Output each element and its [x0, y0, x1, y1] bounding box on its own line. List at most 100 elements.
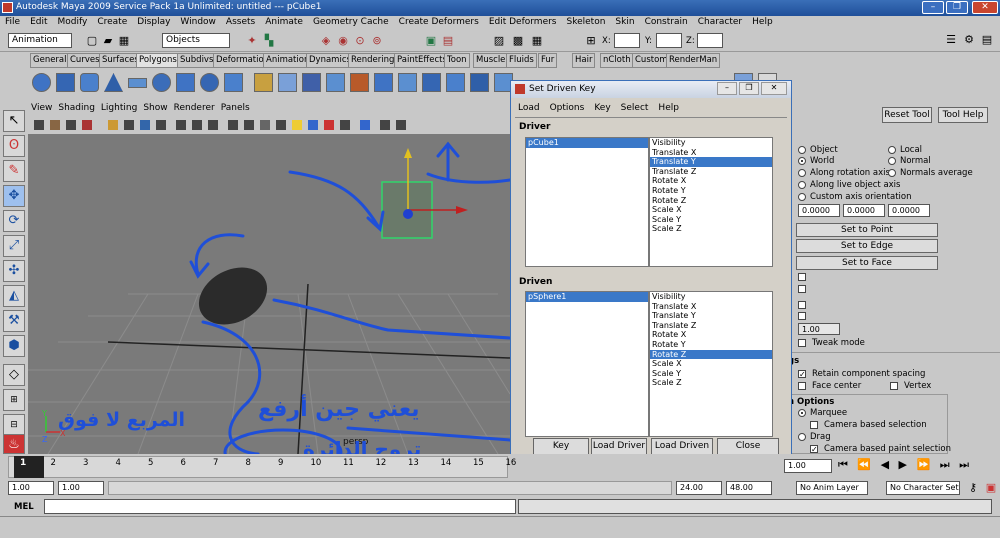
z-field[interactable]: [697, 33, 723, 48]
shelf-tab-polygons[interactable]: Polygons: [136, 53, 180, 68]
time-slider[interactable]: 2 3 4 5 6 7 8 9 10 11 12 13 14 15 16 1 1.00 ⏮ ⏪ ◀ ▶ ⏩ …: [0, 454, 1000, 480]
range-slider-bar[interactable]: [108, 481, 672, 495]
append-icon[interactable]: [446, 73, 465, 92]
radio-normal[interactable]: [888, 157, 896, 165]
driver-attr-item[interactable]: Visibility: [650, 138, 772, 148]
sdk-minimize-button[interactable]: –: [717, 82, 737, 95]
sdk-menu-options[interactable]: Options: [545, 103, 590, 113]
driven-attr-item[interactable]: Translate Y: [650, 311, 772, 321]
driver-attr-item[interactable]: Translate Z: [650, 167, 772, 177]
boolean-icon[interactable]: [350, 73, 369, 92]
radio-rotation-axis[interactable]: [798, 169, 806, 177]
menu-modify[interactable]: Modify: [53, 16, 93, 27]
snap-plane-icon[interactable]: ⊚: [370, 34, 384, 48]
paint-select-icon[interactable]: ✎: [3, 160, 25, 182]
sdk-menu-load[interactable]: Load: [513, 103, 545, 113]
driven-attr-item[interactable]: Visibility: [650, 292, 772, 302]
driven-attr-item[interactable]: Scale Z: [650, 378, 772, 388]
checkbox-1[interactable]: [798, 273, 806, 281]
driven-attr-item[interactable]: Rotate X: [650, 330, 772, 340]
universal-manip-icon[interactable]: ✣: [3, 260, 25, 282]
snap-curve-icon[interactable]: ◉: [336, 34, 350, 48]
layout-outliner-icon[interactable]: ♨: [3, 434, 25, 454]
driven-attr-item[interactable]: Scale Y: [650, 369, 772, 379]
driven-object-list[interactable]: pSphere1: [525, 291, 649, 437]
shelf-tab-rendering[interactable]: Rendering: [348, 53, 398, 68]
driver-object-item[interactable]: pCube1: [526, 138, 648, 148]
poly-cone-icon[interactable]: [104, 73, 123, 92]
axis-value-z[interactable]: 0.0000: [888, 204, 930, 217]
last-tool-icon[interactable]: ⬢: [3, 335, 25, 357]
end-time-field[interactable]: 48.00: [726, 481, 772, 495]
radio-custom-axis[interactable]: [798, 193, 806, 201]
move-manip-x-arrow[interactable]: [456, 206, 468, 214]
reset-tool-button[interactable]: Reset Tool: [882, 107, 932, 123]
radio-world[interactable]: [798, 157, 806, 165]
close-dialog-button[interactable]: Close: [717, 438, 779, 455]
step-field[interactable]: 1.00: [798, 323, 840, 335]
poly-prism-icon[interactable]: [176, 73, 195, 92]
axis-value-x[interactable]: 0.0000: [798, 204, 840, 217]
move-manip-y-arrow[interactable]: [404, 148, 412, 158]
radio-local[interactable]: [888, 146, 896, 154]
attribute-editor-icon[interactable]: ☰: [944, 33, 958, 47]
shelf-tab-ncloth[interactable]: nCloth: [600, 53, 634, 68]
key-button[interactable]: Key: [533, 438, 589, 455]
show-manip-icon[interactable]: ⚒: [3, 310, 25, 332]
combine-icon[interactable]: [254, 73, 273, 92]
vp-menu-lighting[interactable]: Lighting: [98, 103, 140, 113]
poly-helix-icon[interactable]: [224, 73, 243, 92]
current-time-marker[interactable]: [14, 456, 44, 478]
shelf-tab-toon[interactable]: Toon: [444, 53, 470, 68]
layout-four-icon[interactable]: ⊞: [3, 389, 25, 411]
y-field[interactable]: [656, 33, 682, 48]
sdk-menu-key[interactable]: Key: [589, 103, 615, 113]
tool-settings-icon[interactable]: ⚙: [962, 33, 976, 47]
sdk-menu-help[interactable]: Help: [653, 103, 684, 113]
menu-help[interactable]: Help: [747, 16, 778, 27]
radio-object[interactable]: [798, 146, 806, 154]
separate-icon[interactable]: [278, 73, 297, 92]
ipr-icon[interactable]: ▩: [511, 34, 525, 48]
poly-torus-icon[interactable]: [152, 73, 171, 92]
tweak-mode-checkbox[interactable]: [798, 339, 806, 347]
render-icon[interactable]: ▤: [441, 34, 455, 48]
poly-plane-icon[interactable]: [128, 78, 147, 88]
save-scene-icon[interactable]: ▦: [117, 34, 131, 48]
driven-attr-item[interactable]: Rotate Y: [650, 340, 772, 350]
anim-prefs-icon[interactable]: ▣: [984, 481, 998, 495]
shelf-tab-muscle[interactable]: Muscle: [473, 53, 509, 68]
command-input[interactable]: [44, 499, 516, 514]
shelf-tab-fur[interactable]: Fur: [538, 53, 558, 68]
face-center-checkbox[interactable]: [798, 382, 806, 390]
poly-sphere-icon[interactable]: [32, 73, 51, 92]
radio-normals-average[interactable]: [888, 169, 896, 177]
driver-attr-item[interactable]: Rotate Z: [650, 196, 772, 206]
shelf-tab-general[interactable]: General: [30, 53, 70, 68]
driven-object-item[interactable]: pSphere1: [526, 292, 648, 302]
shelf-tab-painteffects[interactable]: PaintEffects: [394, 53, 450, 68]
maya-app-icon[interactable]: [2, 2, 13, 13]
move-manip-center[interactable]: [403, 209, 413, 219]
vp-menu-panels[interactable]: Panels: [218, 103, 253, 113]
hierarchy-icon[interactable]: ▚: [262, 34, 276, 48]
render-settings-icon[interactable]: ▦: [530, 34, 544, 48]
layout-side-icon[interactable]: ⊟: [3, 414, 25, 436]
viewport-scene[interactable]: YZX persp يعني جين أرفع المربع لا فوق تر…: [28, 134, 510, 454]
retain-spacing-checkbox[interactable]: ✓: [798, 370, 806, 379]
extrude-icon[interactable]: [398, 73, 417, 92]
layout-single-icon[interactable]: ◇: [3, 364, 25, 386]
character-set-dropdown[interactable]: No Character Set: [886, 481, 960, 495]
anim-layer-dropdown[interactable]: No Anim Layer: [796, 481, 868, 495]
playback-controls[interactable]: ⏮ ⏪ ◀ ▶ ⏩ ⏭ ⏭: [838, 458, 972, 472]
axis-value-y[interactable]: 0.0000: [843, 204, 885, 217]
psphere1-object[interactable]: [189, 256, 277, 336]
menu-display[interactable]: Display: [132, 16, 175, 27]
set-to-face-button[interactable]: Set to Face: [796, 256, 938, 270]
select-tool-icon[interactable]: ↖: [3, 110, 25, 132]
channel-box-icon[interactable]: ▤: [980, 33, 994, 47]
select-by-dropdown[interactable]: Objects: [162, 33, 230, 48]
menu-set-dropdown[interactable]: Animation: [8, 33, 72, 48]
smooth-icon[interactable]: [326, 73, 345, 92]
vp-menu-renderer[interactable]: Renderer: [171, 103, 218, 113]
